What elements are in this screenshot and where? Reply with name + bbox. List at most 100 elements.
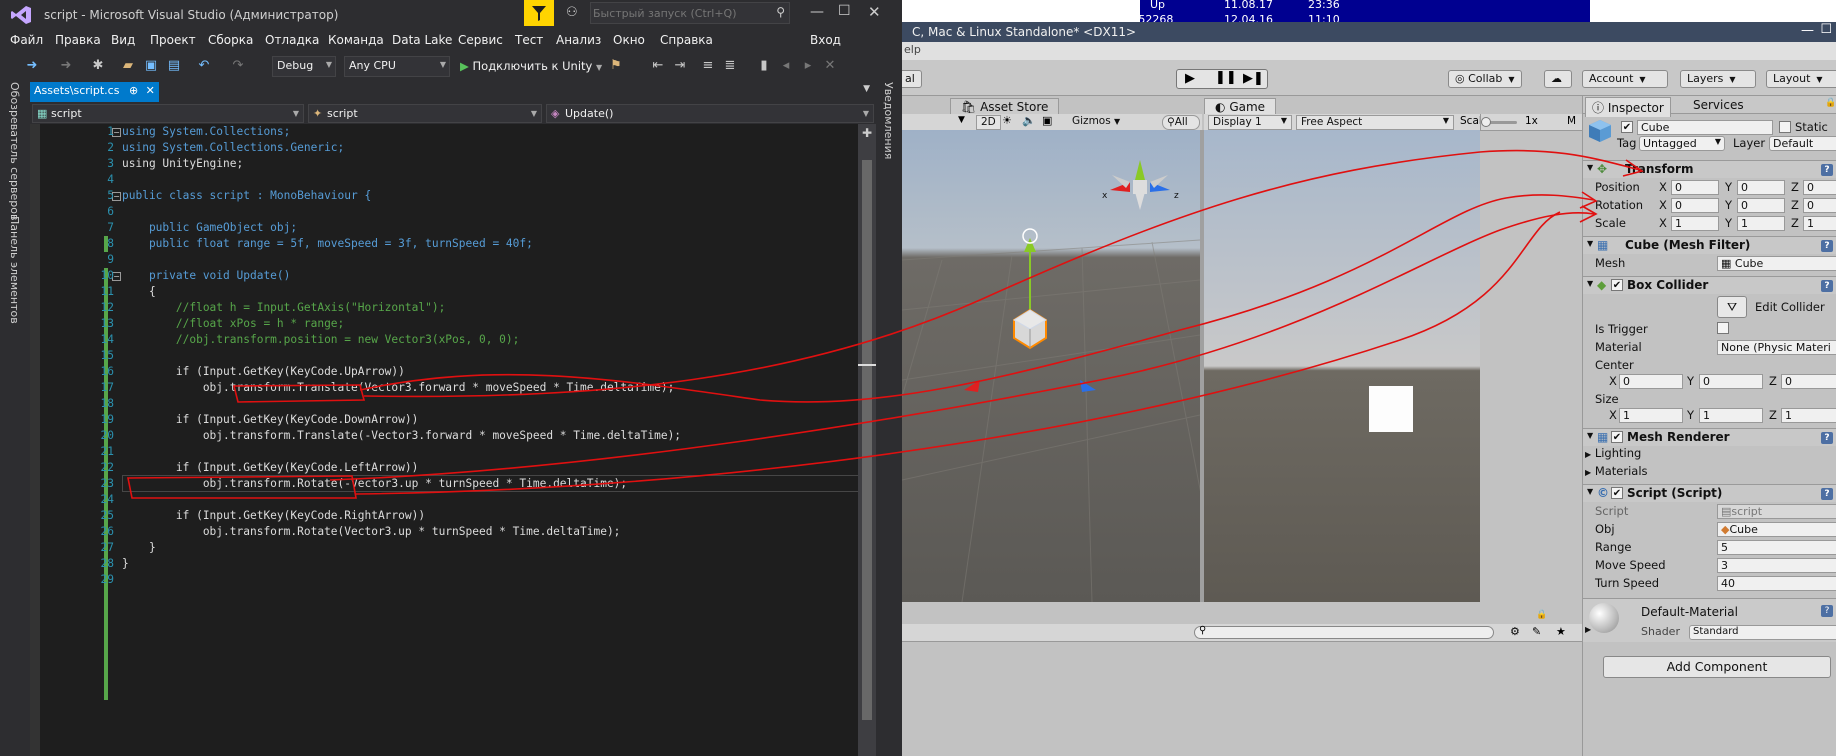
transform-tool-button[interactable]: al <box>902 70 922 88</box>
notifications-tab[interactable]: Уведомления <box>882 82 895 159</box>
save-icon[interactable]: ▣ <box>143 58 159 74</box>
gizmos-dropdown[interactable]: Gizmos ▼ <box>1068 115 1124 130</box>
range-field[interactable]: 5 <box>1717 540 1836 555</box>
scale-slider-knob[interactable] <box>1481 117 1491 127</box>
pin-icon[interactable]: ⊕ <box>129 84 138 97</box>
menu-project[interactable]: Проект <box>150 33 196 47</box>
is-trigger-checkbox[interactable] <box>1717 322 1729 334</box>
play-button[interactable]: ▶ <box>1185 71 1195 86</box>
menu-analyze[interactable]: Анализ <box>556 33 601 47</box>
menu-edit[interactable]: Правка <box>55 33 101 47</box>
tab-inspector[interactable]: ⓘ Inspector <box>1585 97 1671 117</box>
open-file-icon[interactable]: ▰ <box>120 58 136 74</box>
position-z-field[interactable]: 0 <box>1803 180 1836 195</box>
script-enabled[interactable]: ✔ <box>1611 487 1623 499</box>
layout-button[interactable]: Layout ▼ <box>1766 70 1836 88</box>
help-icon[interactable]: ? <box>1821 240 1833 252</box>
feedback-icon[interactable]: ⚇ <box>566 5 578 20</box>
mesh-renderer-header[interactable]: ▼ ▦ ✔ Mesh Renderer ? <box>1583 428 1836 446</box>
next-bookmark-icon[interactable]: ▸ <box>800 58 816 74</box>
chevron-down-icon[interactable]: ▼ <box>958 115 965 125</box>
tab-asset-store[interactable]: 🛍 Asset Store <box>950 98 1060 115</box>
new-project-icon[interactable]: ✱ <box>90 58 106 74</box>
transform-header[interactable]: ▼ ✥ Transform ? <box>1583 160 1836 178</box>
split-icon[interactable]: ✚ <box>862 126 872 140</box>
filter-label-icon[interactable]: ✎ <box>1532 625 1541 638</box>
cloud-button[interactable]: ☁ <box>1544 70 1572 88</box>
scrollbar-thumb[interactable] <box>862 160 872 720</box>
menu-tools[interactable]: Сервис <box>458 33 503 47</box>
scene-search[interactable]: ⚲All <box>1162 115 1200 130</box>
size-z-field[interactable]: 1 <box>1781 408 1836 423</box>
close-button[interactable]: ✕ <box>868 3 881 21</box>
mesh-renderer-enabled[interactable]: ✔ <box>1611 431 1623 443</box>
tab-overflow-icon[interactable]: ▼ <box>863 84 870 94</box>
size-x-field[interactable]: 1 <box>1619 408 1683 423</box>
filter-type-icon[interactable]: ⚙ <box>1510 625 1520 638</box>
scale-z-field[interactable]: 1 <box>1803 216 1836 231</box>
obj-field[interactable]: ◆Cube <box>1717 522 1836 537</box>
forward-icon[interactable]: ➜ <box>58 58 74 74</box>
position-x-field[interactable]: 0 <box>1671 180 1719 195</box>
menu-window[interactable]: Окно <box>613 33 645 47</box>
materials-foldout[interactable]: ▶ Materials <box>1585 464 1648 478</box>
member-dropdown[interactable]: ◈ Update() ▼ <box>546 104 874 123</box>
material-field[interactable]: None (Physic Materi <box>1717 340 1836 355</box>
help-icon[interactable]: ? <box>1821 432 1833 444</box>
code-editor[interactable]: − − − 1 2 3 4 5 6 7 8 9 10 11 12 13 14 1… <box>30 124 876 756</box>
add-component-button[interactable]: Add Component <box>1603 656 1831 678</box>
minimize-button[interactable]: — <box>1801 23 1814 38</box>
back-icon[interactable]: ➜ <box>24 58 40 74</box>
expand-icon[interactable]: ▶ <box>1585 625 1591 634</box>
maximize-button[interactable]: ☐ <box>1820 22 1832 37</box>
platform-dropdown[interactable]: Any CPU ▼ <box>344 56 450 77</box>
maximize-button[interactable]: ☐ <box>838 3 851 19</box>
layer-dropdown[interactable]: Default <box>1769 136 1836 151</box>
scene-gizmo[interactable]: x z <box>1102 160 1179 210</box>
sign-in-link[interactable]: Вход <box>810 33 841 47</box>
active-checkbox[interactable]: ✔ <box>1621 121 1633 133</box>
rotation-y-field[interactable]: 0 <box>1737 198 1785 213</box>
scale-y-field[interactable]: 1 <box>1737 216 1785 231</box>
tab-script-cs[interactable]: Assets\script.cs ⊕ ✕ <box>30 82 159 102</box>
menu-file[interactable]: Файл <box>10 33 43 47</box>
collab-button[interactable]: ◎ Collab ▼ <box>1448 70 1522 88</box>
turn-speed-field[interactable]: 40 <box>1717 576 1836 591</box>
help-icon[interactable]: ? <box>1821 280 1833 292</box>
undo-icon[interactable]: ↶ <box>196 58 212 74</box>
panel-divider[interactable] <box>1200 130 1204 602</box>
outdent-icon[interactable]: ≣ <box>722 58 738 74</box>
find-icon[interactable]: ⚑ <box>608 58 624 74</box>
menu-team[interactable]: Команда <box>328 33 384 47</box>
prev-bookmark-icon[interactable]: ◂ <box>778 58 794 74</box>
redo-icon[interactable]: ↷ <box>230 58 246 74</box>
lock-icon[interactable]: 🔒 <box>1536 610 1547 620</box>
menu-debug[interactable]: Отладка <box>265 33 319 47</box>
tab-game[interactable]: ◐ Game <box>1204 98 1277 115</box>
rotation-z-field[interactable]: 0 <box>1803 198 1836 213</box>
audio-icon[interactable]: 🔈 <box>1022 114 1036 127</box>
indent-icon[interactable]: ≡ <box>700 58 716 74</box>
project-search[interactable]: ⚲ <box>1194 625 1494 639</box>
game-view[interactable] <box>1204 130 1480 602</box>
menu-test[interactable]: Тест <box>515 33 543 47</box>
maximize-on-play[interactable]: M <box>1567 115 1576 127</box>
rotation-x-field[interactable]: 0 <box>1671 198 1719 213</box>
tab-services[interactable]: Services <box>1687 97 1750 113</box>
help-icon[interactable]: ? <box>1821 488 1833 500</box>
toolbox-tab[interactable]: Панель элементов <box>8 216 21 324</box>
attach-unity-button[interactable]: ▶ Подключить к Unity ▼ <box>460 59 602 73</box>
mesh-field[interactable]: ▦ Cube <box>1717 256 1836 271</box>
display-dropdown[interactable]: Display 1 ▼ <box>1208 115 1292 130</box>
center-z-field[interactable]: 0 <box>1781 374 1836 389</box>
center-y-field[interactable]: 0 <box>1699 374 1763 389</box>
object-name-field[interactable]: Cube <box>1637 120 1773 135</box>
help-icon[interactable]: ? <box>1821 164 1833 176</box>
server-explorer-tab[interactable]: Обозреватель серверов <box>8 82 21 220</box>
step-out-icon[interactable]: ⇥ <box>672 58 688 74</box>
clear-bookmark-icon[interactable]: ✕ <box>822 58 838 74</box>
vertical-scrollbar[interactable]: ✚ <box>858 124 876 756</box>
menu-data-lake[interactable]: Data Lake <box>392 33 452 47</box>
lock-icon[interactable]: 🔒 <box>1825 98 1836 108</box>
static-checkbox[interactable] <box>1779 121 1791 133</box>
